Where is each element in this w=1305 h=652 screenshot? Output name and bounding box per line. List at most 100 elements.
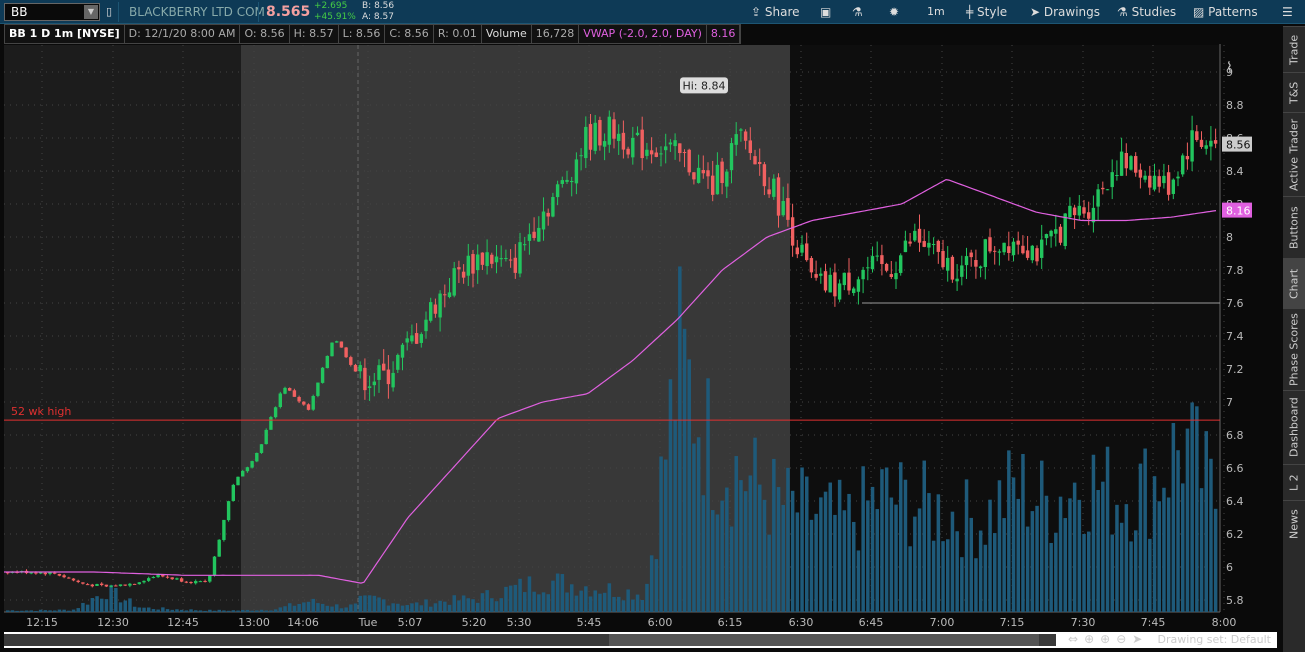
candle-body [297, 397, 301, 402]
chevron-down-icon[interactable]: ▼ [84, 5, 98, 19]
candle-body [988, 237, 992, 252]
tab-dashboard[interactable]: Dashboard [1283, 390, 1305, 464]
tab-phase-scores[interactable]: Phase Scores [1283, 308, 1305, 390]
high: H: 8.57 [290, 25, 339, 43]
timeframe-button[interactable]: 1m [927, 0, 945, 24]
volume-bar [640, 599, 644, 612]
volume-bar [457, 600, 461, 612]
drawings-button[interactable]: ➤ Drawings [1030, 0, 1100, 24]
candle-body [353, 364, 358, 372]
volume-bar [447, 604, 452, 612]
candle-body [339, 341, 344, 348]
volume-bar [922, 460, 926, 612]
zoom-tools[interactable]: ⇔⊕⊕⊖➤ [1068, 632, 1148, 646]
volume-bar [823, 491, 828, 612]
volume-bar [259, 609, 264, 612]
studies-button[interactable]: ⚗ Studies [1117, 0, 1176, 24]
link-icon[interactable]: ▯ [106, 0, 112, 24]
menu-icon[interactable]: ☰ [1282, 0, 1293, 24]
horizontal-scrollbar[interactable] [4, 634, 1056, 646]
volume-bar [833, 514, 837, 612]
y-tick-label: 7.4 [1226, 330, 1244, 343]
volume-bar [114, 587, 118, 612]
volume-bar [382, 599, 386, 612]
candle-body [386, 369, 391, 385]
info-icon[interactable]: ▣ [820, 0, 831, 24]
candle-body [226, 501, 231, 521]
volume-bar [786, 467, 790, 612]
candle-body [1157, 176, 1161, 187]
candle-body [612, 119, 616, 139]
x-tick-label: 7:00 [930, 616, 955, 629]
volume-bar [1091, 454, 1096, 612]
volume-bar [283, 606, 287, 612]
candle-body [513, 257, 517, 273]
candle-body [1025, 250, 1030, 258]
volume-bar [410, 603, 414, 612]
candle-body [278, 393, 282, 408]
volume-bar [513, 584, 518, 612]
tab-trade[interactable]: Trade [1283, 26, 1305, 72]
candle-body [884, 263, 889, 271]
style-button[interactable]: ╪ Style [966, 0, 1007, 24]
zoom-out-icon[interactable]: ⊖ [1116, 632, 1132, 646]
candle-body [814, 274, 818, 278]
share-button[interactable]: ⇪ Share [751, 0, 800, 24]
flask-icon[interactable]: ⚗ [852, 0, 863, 24]
candle-body [29, 572, 33, 574]
candle-body [1096, 189, 1100, 207]
tab-buttons[interactable]: Buttons [1283, 196, 1305, 258]
volume-bar [245, 609, 250, 612]
candle-body [537, 227, 541, 242]
gear-icon[interactable]: ✹ [889, 0, 899, 24]
candle-body [696, 167, 701, 183]
volume-bar [405, 605, 409, 612]
volume-bar [386, 605, 391, 612]
volume-bar [81, 602, 85, 612]
volume-bar [889, 497, 894, 612]
candle-body [809, 258, 814, 273]
tab-l2[interactable]: L 2 [1283, 464, 1305, 500]
tab-chart[interactable]: Chart [1283, 258, 1305, 308]
zoom-in-icon[interactable]: ⊕ [1100, 632, 1116, 646]
volume-bar [1181, 483, 1185, 612]
drawings-label: Drawings [1043, 5, 1101, 19]
volume-bar [1007, 450, 1011, 612]
volume-bar [551, 580, 555, 612]
candle-body [922, 241, 926, 247]
volume-bar [809, 519, 814, 612]
pointer-icon[interactable]: ➤ [1132, 632, 1148, 646]
low: L: 8.56 [339, 25, 386, 43]
tab-news[interactable]: News [1283, 500, 1305, 548]
volume-bar [316, 603, 320, 612]
symbol-input[interactable]: BB ▼ [4, 3, 100, 21]
drawing-set[interactable]: Drawing set: Default [1158, 633, 1271, 646]
volume-bar [123, 600, 127, 612]
candle-body [856, 279, 861, 292]
candle-body [833, 272, 837, 297]
candle-body [927, 242, 931, 248]
volume-bar [212, 610, 217, 612]
candle-body [523, 244, 527, 246]
candle-body [433, 304, 438, 314]
tab-active-trader[interactable]: Active Trader [1283, 112, 1305, 196]
crosshair-icon[interactable]: ⊕ [1084, 632, 1100, 646]
tab-ts[interactable]: T&S [1283, 72, 1305, 112]
pan-icon[interactable]: ⇔ [1068, 632, 1084, 646]
candle-body [602, 141, 607, 147]
volume-bar [743, 491, 748, 612]
candle-body [306, 404, 311, 410]
price-chart[interactable]: 98.88.68.48.287.87.67.47.276.86.66.46.26… [0, 44, 1280, 632]
volume-bar [574, 595, 579, 612]
volume-bar [532, 591, 536, 612]
y-tick-label: 8.8 [1226, 99, 1244, 112]
symbol-value: BB [11, 5, 28, 19]
candle-body [964, 256, 969, 266]
volume-bar [433, 603, 438, 612]
patterns-button[interactable]: ▨ Patterns [1193, 0, 1258, 24]
volume-bar [1171, 422, 1176, 612]
y-tick-label: 8.4 [1226, 165, 1244, 178]
volume-bar [363, 595, 367, 612]
scroll-thumb[interactable] [609, 634, 1039, 646]
x-tick-label: 7:45 [1141, 616, 1166, 629]
